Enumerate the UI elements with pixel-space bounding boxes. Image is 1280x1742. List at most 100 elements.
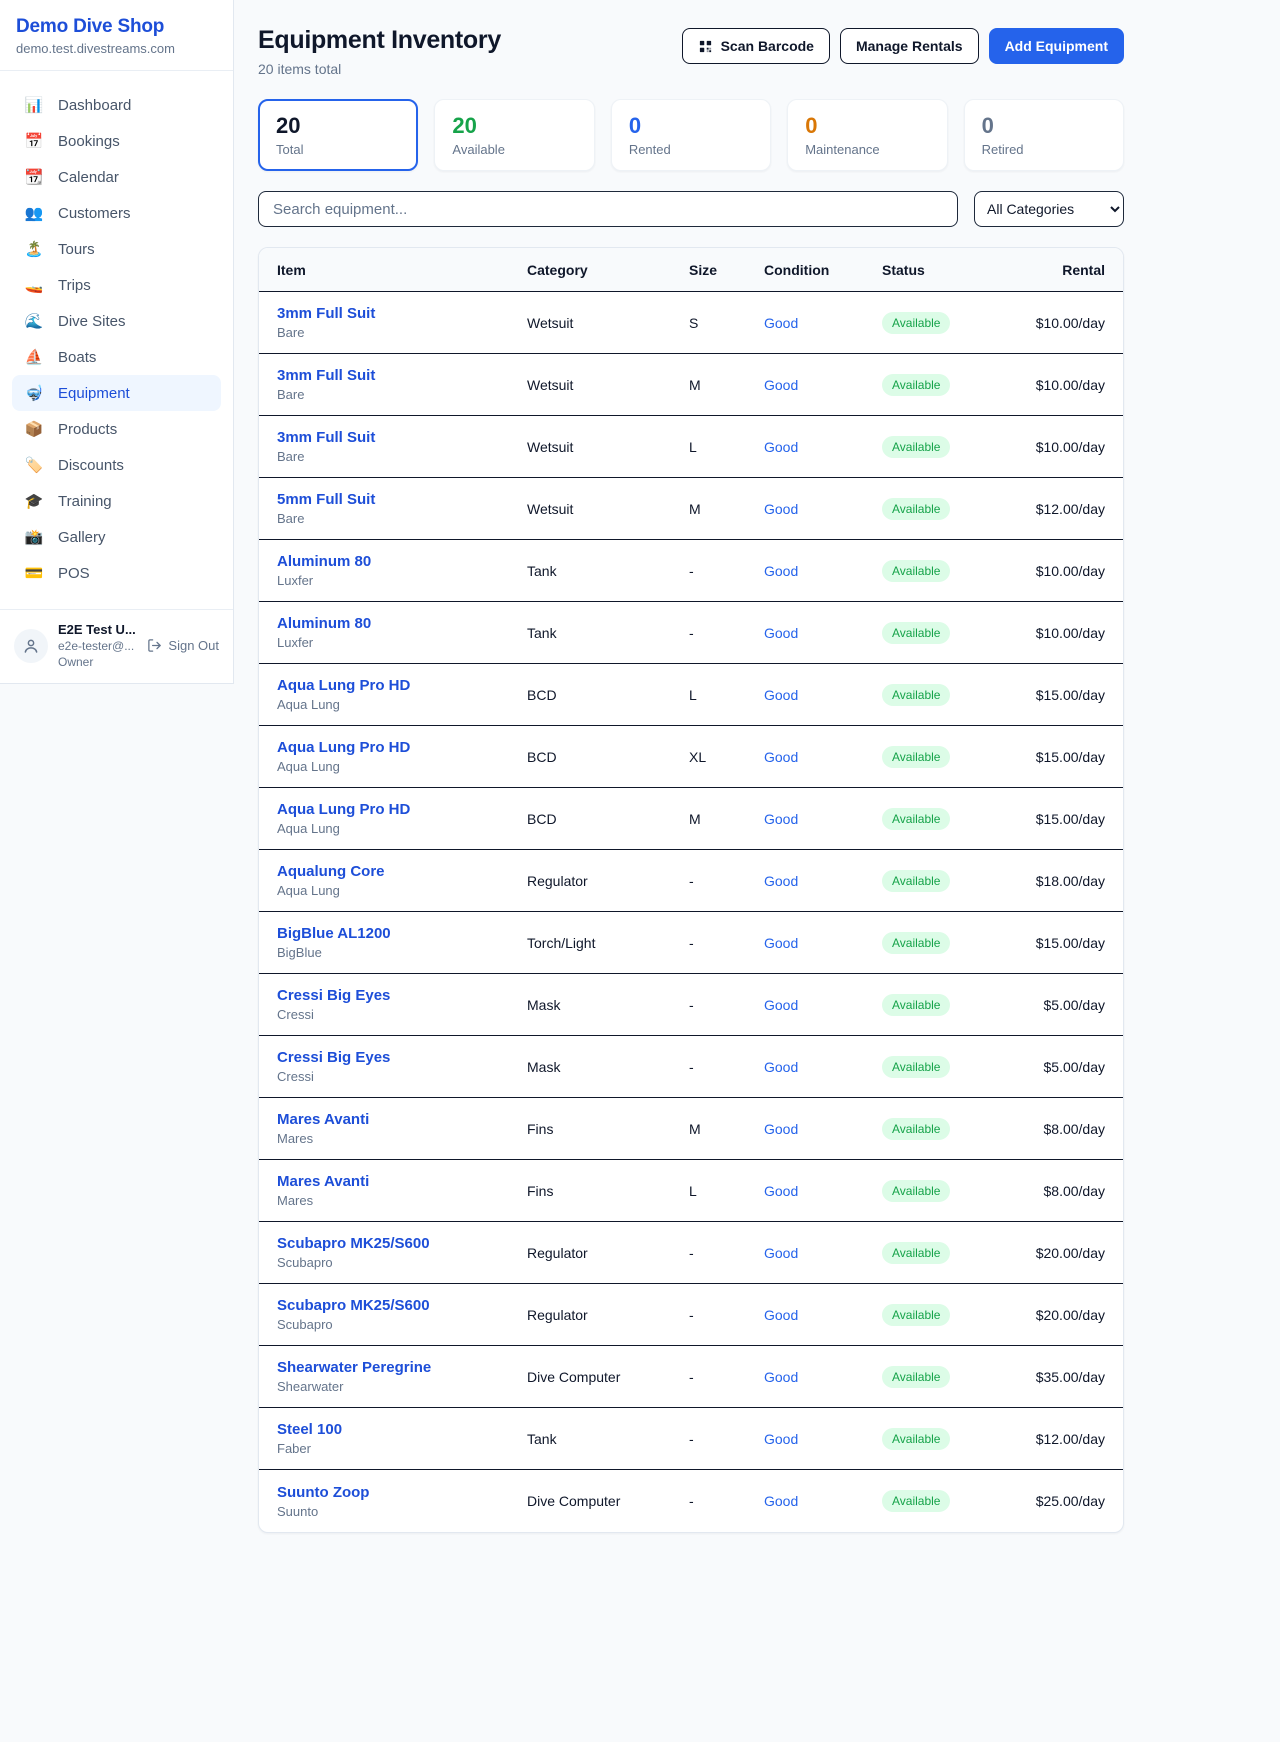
item-name-link[interactable]: Scubapro MK25/S600: [277, 1297, 527, 1314]
category-cell: Tank: [527, 625, 689, 641]
condition-link[interactable]: Good: [764, 935, 882, 951]
stat-card-total[interactable]: 20 Total: [258, 99, 418, 171]
rental-cell: $5.00/day: [1032, 1059, 1105, 1075]
status-badge: Available: [882, 1366, 950, 1388]
condition-link[interactable]: Good: [764, 1307, 882, 1323]
rental-cell: $35.00/day: [1032, 1369, 1105, 1385]
stat-card-maintenance[interactable]: 0 Maintenance: [787, 99, 947, 171]
rental-cell: $20.00/day: [1032, 1307, 1105, 1323]
rental-cell: $18.00/day: [1032, 873, 1105, 889]
condition-link[interactable]: Good: [764, 1245, 882, 1261]
item-name-link[interactable]: Aqua Lung Pro HD: [277, 739, 527, 756]
item-cell: Aqua Lung Pro HD Aqua Lung: [277, 739, 527, 774]
item-name-link[interactable]: Aluminum 80: [277, 615, 527, 632]
column-header-item: Item: [277, 262, 527, 278]
customers-icon: 👥: [24, 204, 44, 222]
item-name-link[interactable]: Mares Avanti: [277, 1173, 527, 1190]
condition-link[interactable]: Good: [764, 1183, 882, 1199]
item-name-link[interactable]: 3mm Full Suit: [277, 429, 527, 446]
discounts-icon: 🏷️: [24, 456, 44, 474]
condition-link[interactable]: Good: [764, 687, 882, 703]
item-name-link[interactable]: Scubapro MK25/S600: [277, 1235, 527, 1252]
status-cell: Available: [882, 498, 1032, 520]
status-cell: Available: [882, 1428, 1032, 1450]
status-cell: Available: [882, 1366, 1032, 1388]
condition-link[interactable]: Good: [764, 997, 882, 1013]
size-cell: M: [689, 501, 764, 517]
item-name-link[interactable]: Suunto Zoop: [277, 1484, 527, 1501]
table-row: Aqualung Core Aqua Lung Regulator - Good…: [259, 850, 1123, 912]
sidebar-item-dive-sites[interactable]: 🌊 Dive Sites: [12, 303, 221, 339]
item-name-link[interactable]: Cressi Big Eyes: [277, 987, 527, 1004]
products-icon: 📦: [24, 420, 44, 438]
condition-link[interactable]: Good: [764, 1431, 882, 1447]
condition-link[interactable]: Good: [764, 1121, 882, 1137]
sidebar-item-trips[interactable]: 🚤 Trips: [12, 267, 221, 303]
condition-link[interactable]: Good: [764, 377, 882, 393]
item-name-link[interactable]: BigBlue AL1200: [277, 925, 527, 942]
sidebar-item-label: Gallery: [58, 529, 106, 546]
sidebar-item-boats[interactable]: ⛵ Boats: [12, 339, 221, 375]
scan-barcode-button[interactable]: Scan Barcode: [682, 28, 830, 64]
sidebar-item-dashboard[interactable]: 📊 Dashboard: [12, 87, 221, 123]
search-input[interactable]: [258, 191, 958, 227]
sidebar-item-calendar[interactable]: 📆 Calendar: [12, 159, 221, 195]
stat-card-available[interactable]: 20 Available: [434, 99, 594, 171]
sidebar-item-discounts[interactable]: 🏷️ Discounts: [12, 447, 221, 483]
size-cell: -: [689, 563, 764, 579]
stat-card-retired[interactable]: 0 Retired: [964, 99, 1124, 171]
sidebar-item-label: Bookings: [58, 133, 120, 150]
item-name-link[interactable]: 5mm Full Suit: [277, 491, 527, 508]
table-row: Cressi Big Eyes Cressi Mask - Good Avail…: [259, 974, 1123, 1036]
sidebar-item-training[interactable]: 🎓 Training: [12, 483, 221, 519]
condition-link[interactable]: Good: [764, 873, 882, 889]
table-row: Cressi Big Eyes Cressi Mask - Good Avail…: [259, 1036, 1123, 1098]
item-name-link[interactable]: 3mm Full Suit: [277, 367, 527, 384]
sidebar-item-tours[interactable]: 🏝️ Tours: [12, 231, 221, 267]
sign-out-button[interactable]: Sign Out: [147, 638, 219, 653]
category-cell: BCD: [527, 811, 689, 827]
condition-link[interactable]: Good: [764, 1059, 882, 1075]
status-cell: Available: [882, 312, 1032, 334]
item-name-link[interactable]: Aqua Lung Pro HD: [277, 677, 527, 694]
item-name-link[interactable]: Aluminum 80: [277, 553, 527, 570]
sidebar-item-pos[interactable]: 💳 POS: [12, 555, 221, 591]
rental-cell: $10.00/day: [1032, 563, 1105, 579]
item-name-link[interactable]: Cressi Big Eyes: [277, 1049, 527, 1066]
status-badge: Available: [882, 374, 950, 396]
condition-link[interactable]: Good: [764, 625, 882, 641]
sidebar-item-products[interactable]: 📦 Products: [12, 411, 221, 447]
sidebar-item-gallery[interactable]: 📸 Gallery: [12, 519, 221, 555]
sidebar-item-bookings[interactable]: 📅 Bookings: [12, 123, 221, 159]
sidebar-item-customers[interactable]: 👥 Customers: [12, 195, 221, 231]
item-name-link[interactable]: Aqualung Core: [277, 863, 527, 880]
add-equipment-button[interactable]: Add Equipment: [989, 28, 1124, 64]
rental-cell: $5.00/day: [1032, 997, 1105, 1013]
condition-link[interactable]: Good: [764, 501, 882, 517]
condition-link[interactable]: Good: [764, 315, 882, 331]
stat-value: 0: [805, 113, 929, 139]
item-name-link[interactable]: Shearwater Peregrine: [277, 1359, 527, 1376]
item-name-link[interactable]: Aqua Lung Pro HD: [277, 801, 527, 818]
manage-rentals-button[interactable]: Manage Rentals: [840, 28, 979, 64]
category-select[interactable]: All Categories: [974, 191, 1124, 227]
condition-link[interactable]: Good: [764, 749, 882, 765]
table-row: 3mm Full Suit Bare Wetsuit M Good Availa…: [259, 354, 1123, 416]
status-badge: Available: [882, 498, 950, 520]
table-row: Steel 100 Faber Tank - Good Available $1…: [259, 1408, 1123, 1470]
table-row: Scubapro MK25/S600 Scubapro Regulator - …: [259, 1284, 1123, 1346]
rental-cell: $10.00/day: [1032, 315, 1105, 331]
category-cell: Wetsuit: [527, 439, 689, 455]
condition-link[interactable]: Good: [764, 1493, 882, 1509]
stat-card-rented[interactable]: 0 Rented: [611, 99, 771, 171]
condition-link[interactable]: Good: [764, 1369, 882, 1385]
sidebar-item-label: Products: [58, 421, 117, 438]
sidebar-item-equipment[interactable]: 🤿 Equipment: [12, 375, 221, 411]
item-name-link[interactable]: Mares Avanti: [277, 1111, 527, 1128]
condition-link[interactable]: Good: [764, 563, 882, 579]
item-name-link[interactable]: 3mm Full Suit: [277, 305, 527, 322]
item-name-link[interactable]: Steel 100: [277, 1421, 527, 1438]
category-cell: Dive Computer: [527, 1493, 689, 1509]
condition-link[interactable]: Good: [764, 811, 882, 827]
condition-link[interactable]: Good: [764, 439, 882, 455]
